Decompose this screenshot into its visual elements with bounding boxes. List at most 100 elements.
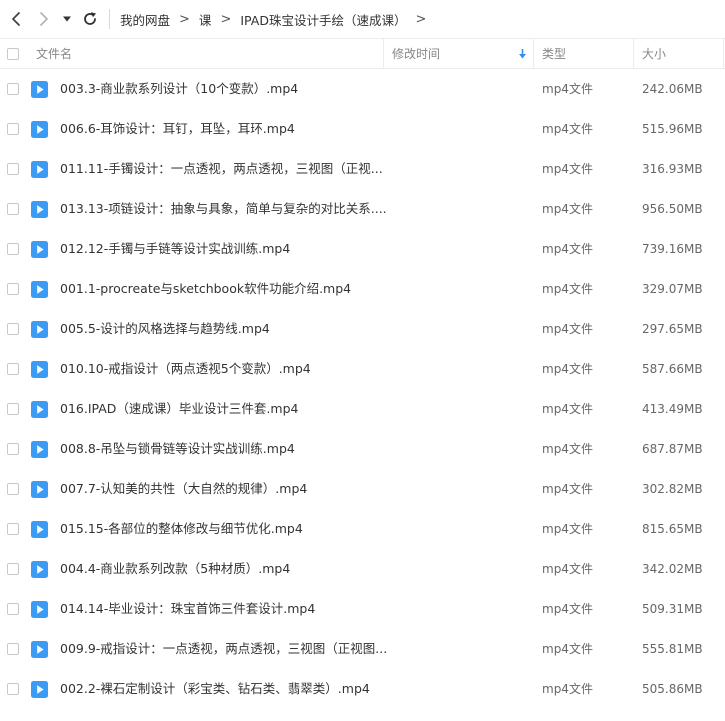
file-name[interactable]: 001.1-procreate与sketchbook软件功能介绍.mp4 [60, 269, 351, 309]
file-size: 515.96MB [642, 122, 703, 136]
row-checkbox[interactable] [7, 283, 19, 295]
row-checkbox[interactable] [7, 83, 19, 95]
file-row[interactable]: 013.13-项链设计：抽象与具象，简单与复杂的对比关系.... mp4文件 956… [0, 189, 725, 229]
video-file-icon [31, 561, 48, 578]
video-file-icon [31, 641, 48, 658]
row-checkbox[interactable] [7, 483, 19, 495]
breadcrumb-separator: > [415, 11, 427, 27]
row-checkbox[interactable] [7, 363, 19, 375]
breadcrumb-item-root[interactable]: 我的网盘 [120, 10, 170, 29]
breadcrumb-item-current[interactable]: IPAD珠宝设计手绘（速成课） [240, 10, 406, 29]
history-dropdown-button[interactable] [60, 8, 74, 30]
breadcrumb-separator: > [220, 11, 232, 27]
breadcrumb-item-folder[interactable]: 课 [199, 10, 212, 29]
file-name[interactable]: 005.5-设计的风格选择与趋势线.mp4 [60, 309, 270, 349]
row-checkbox[interactable] [7, 163, 19, 175]
chevron-right-icon [40, 12, 48, 26]
file-type: mp4文件 [542, 402, 593, 416]
back-button[interactable] [5, 8, 27, 30]
file-row[interactable]: 009.9-戒指设计：一点透视，两点透视，三视图（正视图... mp4文件 555.… [0, 629, 725, 669]
column-header-modified[interactable]: 修改时间 [392, 39, 440, 68]
file-size: 342.02MB [642, 562, 703, 576]
toolbar-divider [109, 9, 110, 29]
file-name[interactable]: 004.4-商业款系列改款（5种材质）.mp4 [60, 549, 290, 589]
column-header-name[interactable]: 文件名 [36, 39, 72, 68]
file-row[interactable]: 003.3-商业款系列设计（10个变款）.mp4 mp4文件 242.06MB [0, 69, 725, 109]
file-row[interactable]: 001.1-procreate与sketchbook软件功能介绍.mp4 mp4文… [0, 269, 725, 309]
file-type: mp4文件 [542, 522, 593, 536]
row-checkbox[interactable] [7, 123, 19, 135]
video-file-icon [31, 401, 48, 418]
video-file-icon [31, 121, 48, 138]
refresh-button[interactable] [79, 8, 101, 30]
file-size: 329.07MB [642, 282, 703, 296]
file-size: 302.82MB [642, 482, 703, 496]
file-row[interactable]: 012.12-手镯与手链等设计实战训练.mp4 mp4文件 739.16MB [0, 229, 725, 269]
file-type: mp4文件 [542, 282, 593, 296]
file-name[interactable]: 007.7-认知美的共性（大自然的规律）.mp4 [60, 469, 307, 509]
file-type: mp4文件 [542, 442, 593, 456]
file-row[interactable]: 014.14-毕业设计：珠宝首饰三件套设计.mp4 mp4文件 509.31MB [0, 589, 725, 629]
file-name[interactable]: 011.11-手镯设计：一点透视，两点透视，三视图（正视... [60, 149, 383, 189]
file-type: mp4文件 [542, 122, 593, 136]
row-checkbox[interactable] [7, 603, 19, 615]
file-row[interactable]: 015.15-各部位的整体修改与细节优化.mp4 mp4文件 815.65MB [0, 509, 725, 549]
file-row[interactable]: 007.7-认知美的共性（大自然的规律）.mp4 mp4文件 302.82MB [0, 469, 725, 509]
file-size: 739.16MB [642, 242, 703, 256]
file-name[interactable]: 015.15-各部位的整体修改与细节优化.mp4 [60, 509, 303, 549]
row-checkbox[interactable] [7, 203, 19, 215]
video-file-icon [31, 81, 48, 98]
breadcrumb-separator: > [179, 11, 190, 27]
file-name[interactable]: 012.12-手镯与手链等设计实战训练.mp4 [60, 229, 290, 269]
file-name[interactable]: 002.2-裸石定制设计（彩宝类、钻石类、翡翠类）.mp4 [60, 669, 370, 709]
file-row[interactable]: 016.IPAD（速成课）毕业设计三件套.mp4 mp4文件 413.49MB [0, 389, 725, 429]
file-name[interactable]: 014.14-毕业设计：珠宝首饰三件套设计.mp4 [60, 589, 315, 629]
file-size: 587.66MB [642, 362, 703, 376]
file-name[interactable]: 010.10-戒指设计（两点透视5个变款）.mp4 [60, 349, 311, 389]
column-header-type[interactable]: 类型 [542, 39, 566, 68]
row-checkbox[interactable] [7, 443, 19, 455]
row-checkbox[interactable] [7, 243, 19, 255]
column-header-size[interactable]: 大小 [642, 39, 666, 68]
file-name[interactable]: 006.6-耳饰设计：耳钉，耳坠，耳环.mp4 [60, 109, 295, 149]
arrow-down-icon [519, 49, 526, 59]
file-type: mp4文件 [542, 362, 593, 376]
file-size: 242.06MB [642, 82, 703, 96]
file-row[interactable]: 002.2-裸石定制设计（彩宝类、钻石类、翡翠类）.mp4 mp4文件 505.86… [0, 669, 725, 709]
row-checkbox[interactable] [7, 403, 19, 415]
file-type: mp4文件 [542, 162, 593, 176]
file-row[interactable]: 005.5-设计的风格选择与趋势线.mp4 mp4文件 297.65MB [0, 309, 725, 349]
file-row[interactable]: 006.6-耳饰设计：耳钉，耳坠，耳环.mp4 mp4文件 515.96MB [0, 109, 725, 149]
file-name[interactable]: 013.13-项链设计：抽象与具象，简单与复杂的对比关系.... [60, 189, 387, 229]
file-name[interactable]: 003.3-商业款系列设计（10个变款）.mp4 [60, 69, 298, 109]
file-type: mp4文件 [542, 242, 593, 256]
file-name[interactable]: 016.IPAD（速成课）毕业设计三件套.mp4 [60, 389, 298, 429]
file-size: 555.81MB [642, 642, 703, 656]
row-checkbox[interactable] [7, 643, 19, 655]
file-type: mp4文件 [542, 82, 593, 96]
column-divider [533, 39, 534, 68]
file-row[interactable]: 008.8-吊坠与锁骨链等设计实战训练.mp4 mp4文件 687.87MB [0, 429, 725, 469]
video-file-icon [31, 201, 48, 218]
row-checkbox[interactable] [7, 683, 19, 695]
refresh-icon [84, 12, 96, 25]
file-row[interactable]: 011.11-手镯设计：一点透视，两点透视，三视图（正视... mp4文件 316.… [0, 149, 725, 189]
file-row[interactable]: 004.4-商业款系列改款（5种材质）.mp4 mp4文件 342.02MB [0, 549, 725, 589]
file-type: mp4文件 [542, 482, 593, 496]
chevron-left-icon [12, 12, 20, 26]
file-size: 316.93MB [642, 162, 703, 176]
file-name[interactable]: 008.8-吊坠与锁骨链等设计实战训练.mp4 [60, 429, 295, 469]
row-checkbox[interactable] [7, 523, 19, 535]
forward-button[interactable] [33, 8, 55, 30]
select-all-checkbox[interactable] [7, 47, 19, 60]
video-file-icon [31, 441, 48, 458]
column-divider [383, 39, 384, 68]
row-checkbox[interactable] [7, 323, 19, 335]
file-row[interactable]: 010.10-戒指设计（两点透视5个变款）.mp4 mp4文件 587.66MB [0, 349, 725, 389]
sort-indicator[interactable] [518, 39, 527, 68]
file-type: mp4文件 [542, 322, 593, 336]
file-size: 687.87MB [642, 442, 703, 456]
table-header: 文件名 修改时间 类型 大小 [0, 38, 725, 69]
file-name[interactable]: 009.9-戒指设计：一点透视，两点透视，三视图（正视图... [60, 629, 387, 669]
row-checkbox[interactable] [7, 563, 19, 575]
